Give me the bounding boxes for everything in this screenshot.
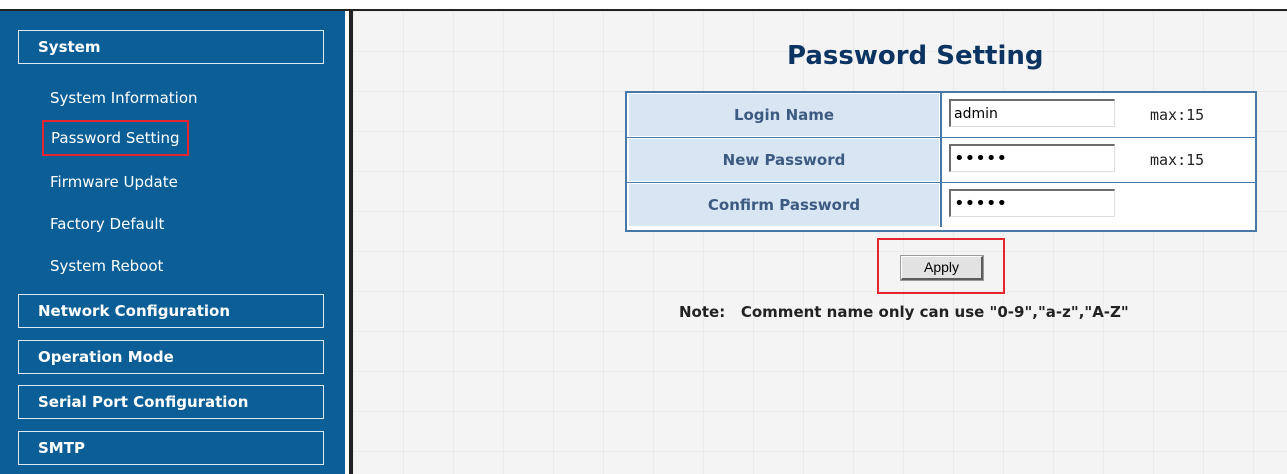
password-form: Login Name max:15 New Password max:15 Co…: [625, 91, 1257, 232]
new-password-input[interactable]: [949, 144, 1115, 172]
nav-section-serial-port-configuration[interactable]: Serial Port Configuration: [18, 385, 324, 419]
apply-button[interactable]: Apply: [900, 255, 984, 281]
login-name-max-hint: max:15: [1150, 106, 1205, 124]
new-password-max-hint: max:15: [1150, 151, 1205, 169]
nav-section-network-configuration[interactable]: Network Configuration: [18, 294, 324, 328]
nav-item-system-information[interactable]: System Information: [50, 88, 198, 108]
page-title: Password Setting: [787, 41, 1044, 71]
confirm-password-input[interactable]: [949, 189, 1115, 217]
new-password-label: New Password: [629, 139, 939, 181]
login-name-input[interactable]: [949, 99, 1115, 127]
nav-section-smtp[interactable]: SMTP: [18, 431, 324, 465]
column-divider: [940, 138, 942, 182]
column-divider: [940, 183, 942, 227]
main-content: [353, 11, 1287, 474]
nav-item-factory-default[interactable]: Factory Default: [50, 214, 164, 234]
form-row-login-name: Login Name max:15: [627, 93, 1255, 137]
form-row-confirm-password: Confirm Password: [627, 183, 1255, 227]
nav-item-system-reboot[interactable]: System Reboot: [50, 256, 163, 276]
form-row-new-password: New Password max:15: [627, 138, 1255, 182]
nav-item-firmware-update[interactable]: Firmware Update: [50, 172, 178, 192]
login-name-label: Login Name: [629, 94, 939, 136]
nav-section-system[interactable]: System: [18, 30, 324, 64]
nav-section-operation-mode[interactable]: Operation Mode: [18, 340, 324, 374]
confirm-password-label: Confirm Password: [629, 184, 939, 226]
note-text: Note: Comment name only can use "0-9","a…: [679, 303, 1129, 321]
column-divider: [940, 93, 942, 137]
nav-item-password-setting[interactable]: Password Setting: [42, 120, 189, 156]
